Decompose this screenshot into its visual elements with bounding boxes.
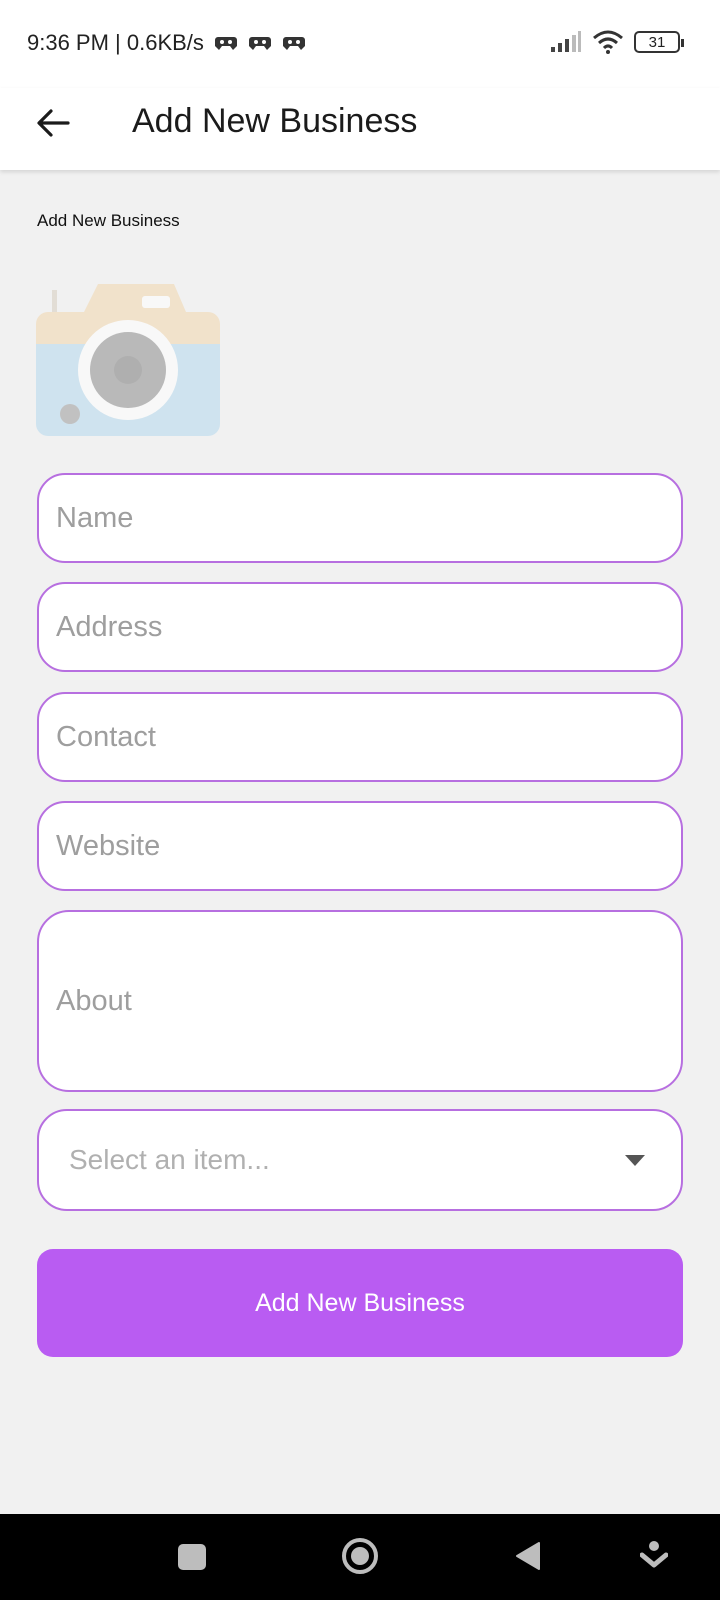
about-field[interactable]: About <box>37 910 683 1092</box>
status-left: 9:36 PM | 0.6KB/s <box>27 30 306 56</box>
back-icon <box>516 1542 540 1570</box>
contact-placeholder: Contact <box>56 720 156 753</box>
add-business-button[interactable]: Add New Business <box>37 1249 683 1357</box>
status-bar: 9:36 PM | 0.6KB/s 31 <box>0 0 720 88</box>
add-business-button-label: Add New Business <box>255 1288 465 1317</box>
app-bar: Add New Business <box>0 88 720 170</box>
game-controller-icon <box>282 37 305 50</box>
back-button[interactable] <box>30 100 76 146</box>
game-controller-icon <box>248 37 271 50</box>
game-controller-icon <box>214 37 237 50</box>
category-dropdown[interactable]: Select an item... <box>37 1109 683 1211</box>
contact-field[interactable]: Contact <box>37 692 683 782</box>
camera-icon <box>36 284 220 436</box>
wifi-icon <box>593 30 623 54</box>
recents-button[interactable] <box>178 1544 206 1570</box>
assist-icon <box>639 1541 669 1568</box>
website-placeholder: Website <box>56 829 161 862</box>
about-placeholder: About <box>56 984 132 1017</box>
dropdown-placeholder: Select an item... <box>69 1144 270 1175</box>
website-field[interactable]: Website <box>37 801 683 891</box>
status-time-speed: 9:36 PM | 0.6KB/s <box>27 30 204 55</box>
battery-icon: 31 <box>634 31 684 53</box>
image-picker[interactable] <box>36 284 220 438</box>
page-title: Add New Business <box>132 102 418 140</box>
home-button[interactable] <box>341 1537 379 1580</box>
chevron-down-icon <box>625 1155 645 1166</box>
back-nav-button[interactable] <box>514 1541 540 1576</box>
recents-icon <box>178 1544 206 1570</box>
assist-button[interactable] <box>639 1541 669 1578</box>
name-field[interactable]: Name <box>37 473 683 563</box>
name-placeholder: Name <box>56 501 134 534</box>
back-arrow-icon <box>37 109 70 137</box>
battery-level: 31 <box>648 33 666 51</box>
signal-icon <box>551 31 581 52</box>
address-field[interactable]: Address <box>37 582 683 672</box>
address-placeholder: Address <box>56 610 163 643</box>
home-icon <box>342 1538 378 1574</box>
system-nav-bar <box>0 1514 720 1600</box>
status-right: 31 <box>550 30 684 54</box>
section-label: Add New Business <box>37 211 180 230</box>
